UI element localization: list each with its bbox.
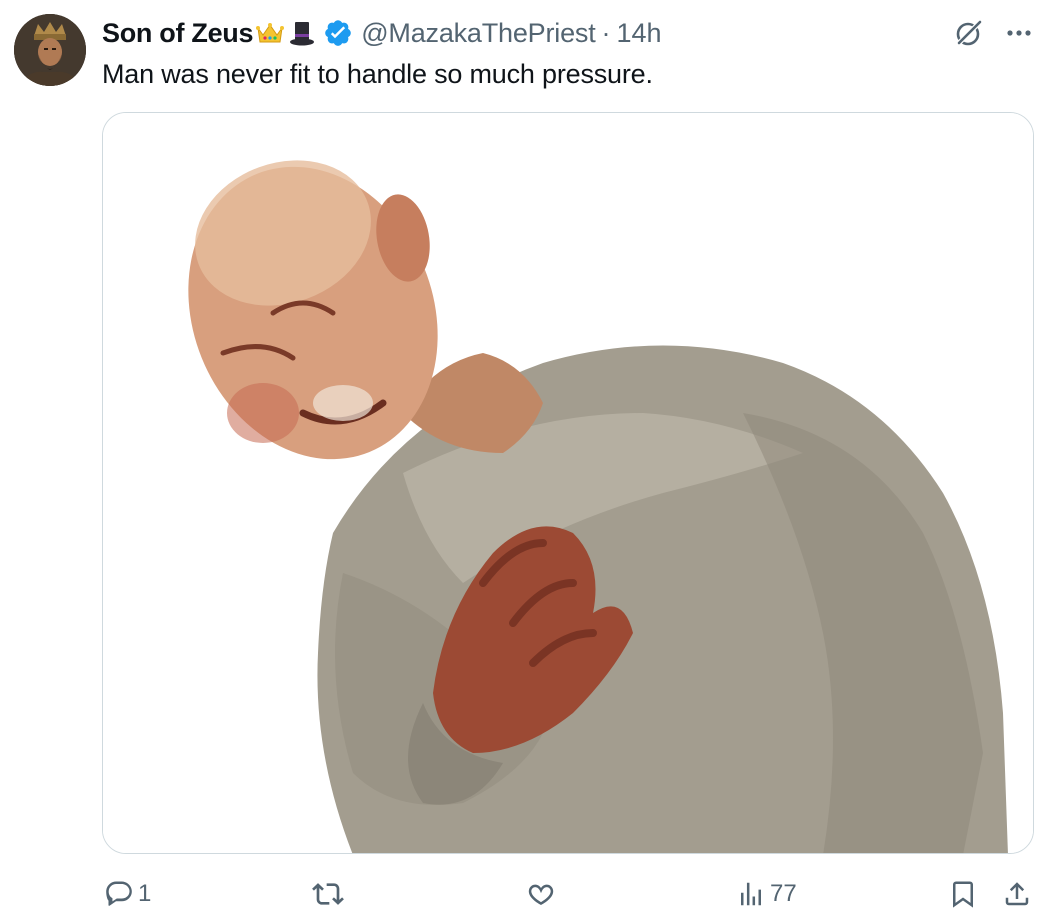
- timestamp[interactable]: 14h: [617, 18, 662, 49]
- author-handle[interactable]: @MazakaThePriest: [361, 18, 595, 49]
- share-button[interactable]: [1002, 874, 1032, 914]
- tweet-actions: 1 77: [0, 874, 1052, 914]
- top-hat-icon: [287, 18, 317, 48]
- tweet-header: Son of Zeus @MazakaThePriest · 14h: [102, 14, 662, 52]
- like-button[interactable]: [526, 874, 560, 914]
- reply-button[interactable]: 1: [104, 874, 151, 914]
- separator-dot: ·: [601, 17, 611, 48]
- more-options-icon[interactable]: [1002, 16, 1036, 50]
- reply-count: 1: [138, 880, 152, 907]
- retweet-button[interactable]: [312, 874, 348, 914]
- reply-icon: [106, 881, 132, 906]
- share-icon: [1005, 882, 1029, 906]
- avatar[interactable]: [14, 14, 86, 86]
- retweet-icon: [312, 883, 344, 905]
- tweet-image[interactable]: [102, 112, 1034, 854]
- grok-icon[interactable]: [952, 16, 986, 50]
- author-name[interactable]: Son of Zeus: [102, 18, 254, 49]
- heart-icon: [528, 884, 554, 905]
- tweet-text: Man was never fit to handle so much pres…: [102, 59, 653, 89]
- verified-badge-icon[interactable]: [323, 18, 353, 48]
- views-chart-icon: [741, 882, 761, 906]
- crown-icon: [255, 18, 285, 48]
- views-count: 77: [770, 880, 797, 907]
- tweet[interactable]: Son of Zeus @MazakaThePriest · 14h Man w…: [0, 0, 1052, 922]
- views-button[interactable]: 77: [736, 874, 797, 914]
- bookmark-button[interactable]: [948, 874, 978, 914]
- bookmark-icon: [953, 881, 973, 908]
